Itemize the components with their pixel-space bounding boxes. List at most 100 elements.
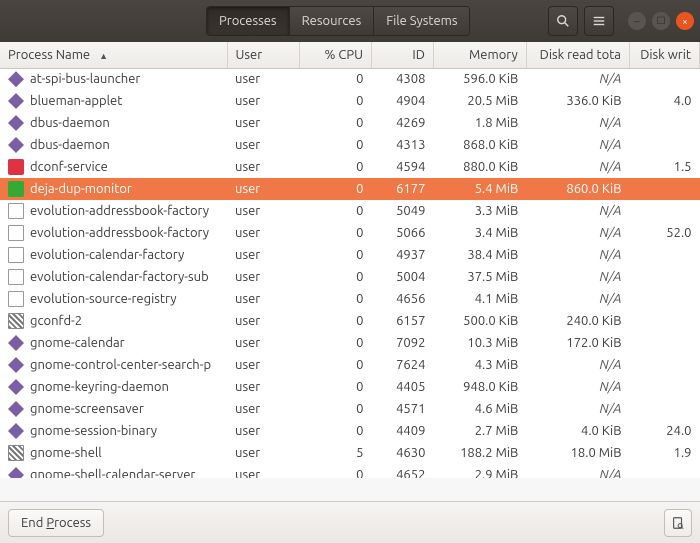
column-header-memory[interactable]: Memory (433, 42, 526, 68)
table-row[interactable]: gnome-session-binaryuser044092.7 MiB4.0 … (0, 420, 700, 442)
window-minimize[interactable]: – (628, 12, 646, 30)
process-cpu: 0 (299, 90, 371, 112)
process-disk-write: 1.5 (629, 156, 699, 178)
process-cpu: 0 (299, 134, 371, 156)
table-row[interactable]: evolution-addressbook-factoryuser050493.… (0, 200, 700, 222)
properties-button[interactable] (664, 509, 692, 537)
table-row[interactable]: gconfd-2user06157500.0 KiB240.0 KiB (0, 310, 700, 332)
process-cpu: 0 (299, 156, 371, 178)
process-name: at-spi-bus-launcher (30, 72, 140, 86)
table-row[interactable]: evolution-calendar-factoryuser0493738.4 … (0, 244, 700, 266)
column-header-disk-write[interactable]: Disk writ (629, 42, 699, 68)
column-header-disk-read[interactable]: Disk read tota (526, 42, 629, 68)
process-memory: 4.6 MiB (433, 398, 526, 420)
process-memory: 596.0 KiB (433, 68, 526, 90)
table-row[interactable]: evolution-addressbook-factoryuser050663.… (0, 222, 700, 244)
process-disk-read: N/A (526, 134, 629, 156)
table-row[interactable]: gnome-control-center-search-puser076244.… (0, 354, 700, 376)
process-disk-write (629, 376, 699, 398)
process-disk-write (629, 398, 699, 420)
table-row[interactable]: at-spi-bus-launcheruser04308596.0 KiBN/A (0, 68, 700, 90)
table-row[interactable]: gnome-shelluser54630188.2 MiB18.0 MiB1.9 (0, 442, 700, 464)
column-header-id[interactable]: ID (372, 42, 434, 68)
process-disk-read: N/A (526, 222, 629, 244)
process-cpu: 0 (299, 68, 371, 90)
process-memory: 188.2 MiB (433, 442, 526, 464)
process-id: 5066 (372, 222, 434, 244)
process-name: gnome-control-center-search-p (30, 358, 211, 372)
process-icon (8, 335, 24, 351)
process-cpu: 0 (299, 288, 371, 310)
tab-processes[interactable]: Processes (207, 7, 290, 35)
process-icon (8, 467, 24, 478)
process-cpu: 0 (299, 222, 371, 244)
process-disk-write (629, 68, 699, 90)
table-row[interactable]: deja-dup-monitoruser061775.4 MiB860.0 Ki… (0, 178, 700, 200)
column-header-cpu[interactable]: % CPU (299, 42, 371, 68)
process-memory: 1.8 MiB (433, 112, 526, 134)
process-user: user (227, 134, 299, 156)
menu-button[interactable] (584, 6, 614, 36)
process-disk-write: 52.0 (629, 222, 699, 244)
column-header-user[interactable]: User (227, 42, 299, 68)
table-row[interactable]: gnome-screensaveruser045714.6 MiBN/A (0, 398, 700, 420)
process-cpu: 0 (299, 200, 371, 222)
process-user: user (227, 200, 299, 222)
process-name: evolution-calendar-factory-sub (30, 270, 209, 284)
process-cpu: 0 (299, 376, 371, 398)
search-button[interactable] (548, 6, 578, 36)
process-disk-write (629, 464, 699, 478)
process-id: 4308 (372, 68, 434, 90)
end-process-button[interactable]: End Process (8, 509, 104, 537)
process-memory: 10.3 MiB (433, 332, 526, 354)
process-disk-read: 172.0 KiB (526, 332, 629, 354)
process-id: 7092 (372, 332, 434, 354)
process-id: 4904 (372, 90, 434, 112)
process-user: user (227, 178, 299, 200)
process-disk-read: N/A (526, 464, 629, 478)
process-id: 4652 (372, 464, 434, 478)
process-name: gnome-calendar (30, 336, 125, 350)
table-row[interactable]: dbus-daemonuser042691.8 MiBN/A (0, 112, 700, 134)
process-id: 4409 (372, 420, 434, 442)
table-row[interactable]: blueman-appletuser0490420.5 MiB336.0 KiB… (0, 90, 700, 112)
table-row[interactable]: evolution-source-registryuser046564.1 Mi… (0, 288, 700, 310)
table-row[interactable]: dconf-serviceuser04594880.0 KiBN/A1.5 (0, 156, 700, 178)
process-cpu: 0 (299, 464, 371, 478)
process-disk-write (629, 354, 699, 376)
bottom-toolbar: End Process (0, 501, 700, 543)
process-disk-write (629, 134, 699, 156)
process-user: user (227, 464, 299, 478)
process-cpu: 0 (299, 244, 371, 266)
table-row[interactable]: dbus-daemonuser04313868.0 KiBN/A (0, 134, 700, 156)
process-icon (8, 291, 24, 307)
sort-indicator-icon: ▲ (99, 51, 108, 61)
tab-filesystems[interactable]: File Systems (374, 7, 469, 35)
process-disk-write (629, 310, 699, 332)
window-close[interactable]: × (676, 12, 694, 30)
process-icon (8, 115, 24, 131)
table-row[interactable]: evolution-calendar-factory-subuser050043… (0, 266, 700, 288)
process-cpu: 0 (299, 420, 371, 442)
process-user: user (227, 332, 299, 354)
table-row[interactable]: gnome-keyring-daemonuser04405948.0 KiBN/… (0, 376, 700, 398)
process-user: user (227, 222, 299, 244)
process-name: dbus-daemon (30, 116, 110, 130)
process-cpu: 5 (299, 442, 371, 464)
process-memory: 3.3 MiB (433, 200, 526, 222)
process-disk-write (629, 288, 699, 310)
process-cpu: 0 (299, 310, 371, 332)
hamburger-icon (592, 14, 606, 28)
process-disk-read: 18.0 MiB (526, 442, 629, 464)
table-row[interactable]: gnome-shell-calendar-serveruser046522.9 … (0, 464, 700, 478)
tab-resources[interactable]: Resources (290, 7, 375, 35)
column-header-name[interactable]: Process Name ▲ (0, 42, 227, 68)
process-name: gnome-keyring-daemon (30, 380, 169, 394)
process-user: user (227, 244, 299, 266)
window-maximize[interactable]: ☐ (652, 12, 670, 30)
process-disk-read: N/A (526, 68, 629, 90)
process-disk-read: 336.0 KiB (526, 90, 629, 112)
process-disk-write: 4.0 (629, 90, 699, 112)
process-disk-write (629, 266, 699, 288)
table-row[interactable]: gnome-calendaruser0709210.3 MiB172.0 KiB (0, 332, 700, 354)
